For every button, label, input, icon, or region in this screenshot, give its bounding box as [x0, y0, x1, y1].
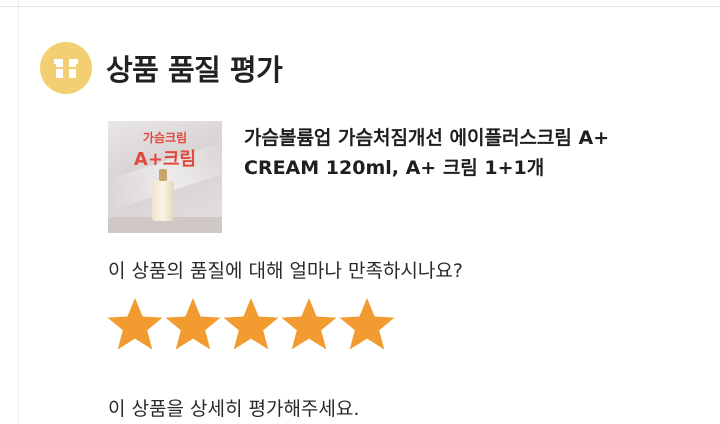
star-icon[interactable]: [164, 296, 222, 352]
product-name: 가슴볼륨업 가슴처짐개선 에이플러스크림 A+ CREAM 120ml, A+ …: [244, 127, 610, 179]
star-icon[interactable]: [106, 296, 164, 352]
star-icon[interactable]: [338, 296, 396, 352]
left-divider: [18, 0, 19, 424]
box-icon: [40, 42, 92, 94]
star-rating[interactable]: [106, 296, 396, 352]
product-bottle-image: [152, 169, 174, 221]
product-thumbnail: 가슴크림 A+크림: [108, 121, 222, 233]
page-title: 상품 품질 평가: [106, 53, 283, 87]
top-divider: [0, 0, 720, 7]
detail-review-prompt: 이 상품을 상세히 평가해주세요.: [108, 398, 360, 420]
star-icon[interactable]: [280, 296, 338, 352]
thumbnail-caption-top: 가슴크림: [142, 131, 188, 145]
section-header: 상품 품질 평가: [40, 42, 283, 94]
product-summary: 가슴크림 A+크림 가슴볼륨업 가슴처짐개선 에이플러스크림 A+ CREAM …: [108, 121, 688, 233]
rating-question: 이 상품의 품질에 대해 얼마나 만족하시나요?: [108, 260, 463, 282]
thumbnail-caption-main: A+크림: [133, 149, 197, 170]
star-icon[interactable]: [222, 296, 280, 352]
